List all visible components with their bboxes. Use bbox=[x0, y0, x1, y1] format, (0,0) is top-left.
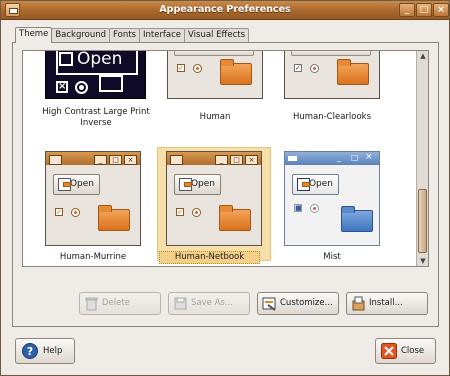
checkbox-icon: ✓ bbox=[55, 208, 63, 216]
preview-title-bar: _ □ × bbox=[167, 152, 261, 165]
close-label: Close bbox=[401, 346, 425, 356]
tab-visual-effects[interactable]: Visual Effects bbox=[184, 28, 250, 43]
preview-open-button: Open bbox=[292, 174, 339, 195]
tab-theme[interactable]: Theme bbox=[15, 27, 53, 43]
folder-icon bbox=[98, 205, 130, 231]
window-icon bbox=[49, 155, 62, 165]
theme-preview-human[interactable]: ✓ bbox=[167, 51, 263, 99]
customize-button[interactable]: Customize... bbox=[257, 292, 339, 315]
delete-button[interactable]: Delete bbox=[79, 292, 161, 315]
theme-panel: Open × High Contrast Large Print Inverse… bbox=[12, 42, 439, 327]
open-document-icon bbox=[297, 178, 310, 191]
checkbox-icon: × bbox=[56, 81, 68, 93]
checkbox-icon: ■ bbox=[294, 204, 302, 212]
close-icon bbox=[381, 343, 397, 359]
theme-name-human-netbook: Human-Netbook bbox=[159, 251, 260, 264]
minimize-icon: _ bbox=[215, 155, 228, 165]
open-document-icon bbox=[179, 178, 192, 191]
folder-icon bbox=[99, 75, 123, 92]
theme-name-human: Human bbox=[199, 112, 231, 122]
folder-icon bbox=[220, 59, 252, 85]
scroll-thumb[interactable] bbox=[418, 189, 427, 253]
button-edge bbox=[174, 51, 254, 56]
vertical-scrollbar[interactable]: ▲ ▼ bbox=[416, 51, 428, 266]
close-button[interactable]: Close bbox=[375, 338, 436, 364]
tab-background[interactable]: Background bbox=[51, 28, 111, 43]
theme-preview-human-murrine[interactable]: _ □ × Open ✓ bbox=[45, 151, 141, 246]
theme-name-human-clearlooks: Human-Clearlooks bbox=[292, 112, 372, 122]
maximize-icon: □ bbox=[109, 155, 122, 165]
document-icon bbox=[59, 52, 73, 66]
theme-name-human-murrine: Human-Murrine bbox=[59, 252, 127, 262]
checkbox-icon: ✓ bbox=[294, 64, 302, 72]
svg-text:?: ? bbox=[27, 345, 33, 358]
theme-preview-high-contrast[interactable]: Open × bbox=[45, 50, 146, 99]
theme-preview-mist[interactable]: _ □ × Open ■ bbox=[284, 151, 380, 246]
tab-interface[interactable]: Interface bbox=[138, 28, 186, 43]
help-button[interactable]: ? Help bbox=[15, 338, 75, 364]
preview-title-bar: _ □ × bbox=[285, 152, 379, 165]
radio-icon bbox=[75, 81, 88, 94]
close-icon: × bbox=[365, 152, 373, 162]
close-window-button[interactable]: × bbox=[433, 3, 449, 17]
help-icon: ? bbox=[22, 343, 38, 359]
open-document-icon bbox=[58, 178, 71, 191]
checkbox-icon: ✓ bbox=[176, 208, 184, 216]
preview-open-button: Open bbox=[174, 174, 221, 195]
save-as-button[interactable]: Save As... bbox=[168, 292, 250, 315]
preview-title-bar: _ □ × bbox=[46, 152, 140, 165]
install-button[interactable]: Install... bbox=[346, 292, 428, 315]
maximize-icon: □ bbox=[351, 153, 359, 162]
close-icon: × bbox=[245, 155, 258, 165]
button-edge bbox=[291, 51, 371, 56]
radio-icon bbox=[310, 204, 319, 213]
folder-icon bbox=[341, 206, 373, 232]
scroll-down-arrow-icon[interactable]: ▼ bbox=[418, 256, 428, 266]
theme-name-high-contrast: High Contrast Large Print Inverse bbox=[42, 107, 150, 128]
close-icon: × bbox=[124, 155, 137, 165]
minimize-icon: _ bbox=[337, 153, 341, 162]
theme-preview-human-netbook[interactable]: _ □ × Open ✓ bbox=[166, 151, 262, 246]
tab-fonts[interactable]: Fonts bbox=[109, 28, 140, 43]
window-icon bbox=[170, 155, 183, 165]
hc-open-label: Open bbox=[77, 50, 123, 69]
radio-icon bbox=[192, 208, 201, 217]
notebook-tabs: Theme Background Fonts Interface Visual … bbox=[15, 27, 250, 43]
customize-icon bbox=[262, 297, 276, 311]
minimize-icon: _ bbox=[94, 155, 107, 165]
customize-label: Customize... bbox=[280, 298, 333, 308]
radio-icon bbox=[193, 64, 202, 73]
window-title: Appearance Preferences bbox=[159, 4, 291, 15]
scroll-up-arrow-icon[interactable]: ▲ bbox=[418, 51, 428, 61]
appearance-preferences-window: Appearance Preferences _ □ × Theme Backg… bbox=[0, 0, 450, 376]
save-icon bbox=[174, 297, 187, 310]
install-label: Install... bbox=[369, 298, 403, 308]
theme-name-mist: Mist bbox=[323, 252, 341, 262]
minimize-button[interactable]: _ bbox=[399, 3, 415, 17]
save-as-label: Save As... bbox=[191, 298, 233, 308]
theme-preview-human-clearlooks[interactable]: ✓ bbox=[284, 51, 380, 99]
delete-label: Delete bbox=[102, 298, 130, 308]
checkbox-icon: ✓ bbox=[177, 64, 185, 72]
radio-icon bbox=[71, 208, 80, 217]
folder-icon bbox=[219, 205, 251, 231]
preview-open-button: Open bbox=[53, 174, 100, 195]
title-bar[interactable]: Appearance Preferences _ □ × bbox=[1, 1, 449, 20]
help-label: Help bbox=[43, 346, 63, 356]
maximize-icon: □ bbox=[230, 155, 243, 165]
theme-list[interactable]: Open × High Contrast Large Print Inverse… bbox=[22, 50, 429, 267]
radio-icon bbox=[310, 64, 319, 73]
trash-icon bbox=[85, 297, 98, 311]
window-icon bbox=[288, 156, 297, 161]
maximize-button[interactable]: □ bbox=[416, 3, 432, 17]
install-icon bbox=[352, 296, 365, 311]
folder-icon bbox=[337, 59, 369, 85]
